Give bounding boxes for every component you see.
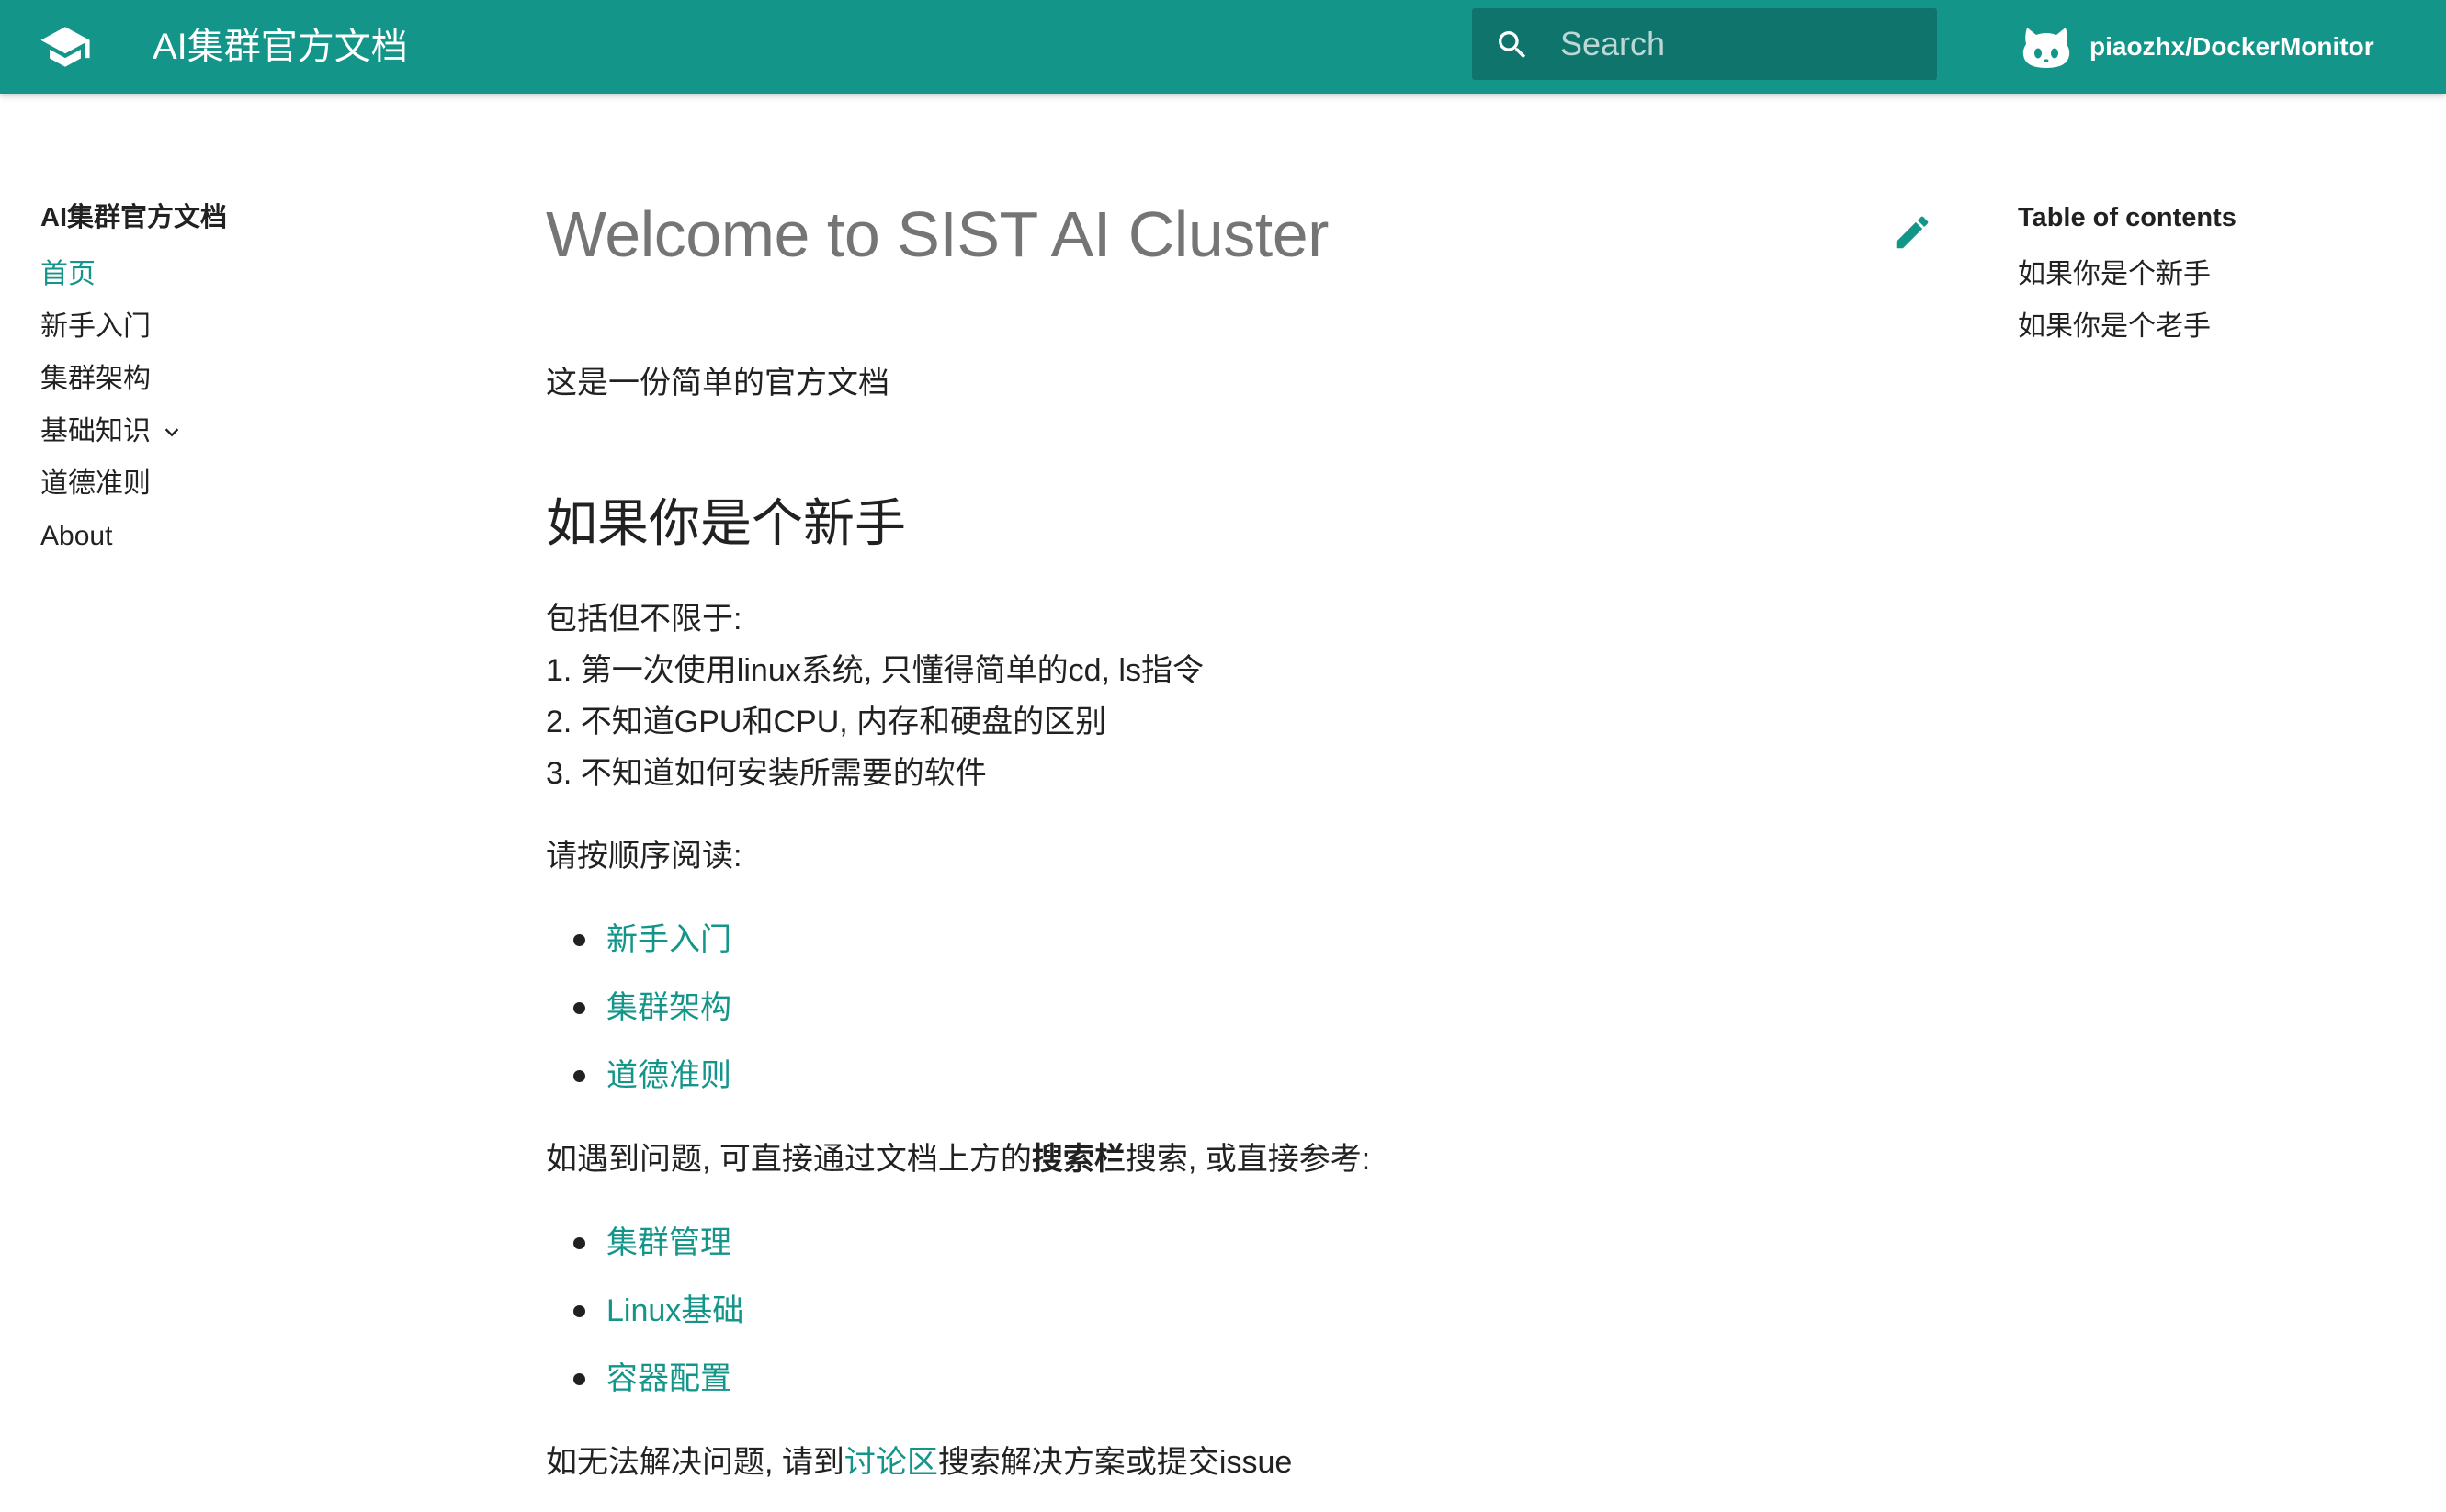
toc-item-newbie[interactable]: 如果你是个新手	[2018, 248, 2413, 300]
para-line: 3. 不知道如何安装所需要的软件	[546, 756, 987, 791]
problem-text-after: 搜索, 或直接参考:	[1125, 1142, 1371, 1177]
repo-link[interactable]: piaozhx/DockerMonitor	[2021, 20, 2374, 73]
sidebar-item-label: 道德准则	[40, 468, 151, 499]
read-order-text: 请按顺序阅读:	[546, 839, 742, 874]
para-line: 包括但不限于:	[546, 602, 742, 637]
search-box[interactable]	[1472, 8, 1937, 80]
discussion-text-after: 搜索解决方案或提交issue	[937, 1445, 1293, 1480]
intro-text: 这是一份简单的官方文档	[546, 366, 889, 401]
list-item: 容器配置	[546, 1345, 743, 1413]
toc-title: Table of contents	[2018, 203, 2237, 232]
sidebar-item-basics[interactable]: 基础知识	[40, 405, 454, 457]
bullet-dot	[573, 1305, 585, 1317]
sidebar-item-architecture[interactable]: 集群架构	[40, 353, 454, 405]
link-ethics[interactable]: 道德准则	[606, 1058, 731, 1093]
read-order-list: 新手入门 集群架构 道德准则	[546, 906, 731, 1110]
sidebar-title: AI集群官方文档	[40, 203, 228, 232]
sidebar-nav: AI集群官方文档 首页 新手入门 集群架构 基础知识 道德准则 About	[40, 195, 454, 562]
sidebar-item-label: 基础知识	[40, 416, 151, 446]
problem-text: 如遇到问题, 可直接通过文档上方的搜索栏搜索, 或直接参考:	[546, 1134, 1370, 1185]
discussion-text: 如无法解决问题, 请到讨论区搜索解决方案或提交issue	[546, 1437, 1292, 1488]
search-bar-bold: 搜索栏	[1031, 1142, 1126, 1177]
top-bar: AI集群官方文档 piaozhx/DockerMonitor	[0, 0, 2446, 94]
discussion-text-before: 如无法解决问题, 请到	[546, 1445, 844, 1480]
link-cluster-management[interactable]: 集群管理	[606, 1225, 731, 1260]
search-icon	[1499, 31, 1526, 59]
sidebar-item-getting-started[interactable]: 新手入门	[40, 300, 454, 353]
link-getting-started[interactable]: 新手入门	[606, 922, 731, 957]
section-heading-newbie: 如果你是个新手	[546, 494, 906, 552]
problem-text-before: 如遇到问题, 可直接通过文档上方的	[546, 1142, 1032, 1177]
list-item: Linux基础	[546, 1277, 743, 1345]
list-item: 集群管理	[546, 1209, 743, 1277]
chevron-down-icon[interactable]	[162, 422, 182, 442]
sidebar-item-ethics[interactable]: 道德准则	[40, 457, 454, 510]
page-title: Welcome to SIST AI Cluster	[546, 198, 1329, 270]
github-cat-icon	[2022, 28, 2070, 68]
para-line: 2. 不知道GPU和CPU, 内存和硬盘的区别	[546, 705, 1107, 739]
link-container-config[interactable]: 容器配置	[606, 1361, 731, 1396]
graduation-cap-icon[interactable]	[37, 20, 94, 73]
repo-name: piaozhx/DockerMonitor	[2089, 32, 2374, 61]
sidebar-item-label: 首页	[40, 259, 96, 289]
search-input[interactable]	[1560, 17, 1919, 71]
toc-item-veteran[interactable]: 如果你是个老手	[2018, 300, 2413, 353]
sidebar-item-about[interactable]: About	[40, 510, 454, 562]
link-discussion[interactable]: 讨论区	[844, 1445, 938, 1480]
list-item: 集群架构	[546, 974, 731, 1042]
table-of-contents: Table of contents 如果你是个新手 如果你是个老手	[2018, 195, 2413, 353]
sidebar-item-label: About	[40, 521, 113, 551]
sidebar-item-label: 新手入门	[40, 311, 151, 342]
sidebar-item-home[interactable]: 首页	[40, 248, 454, 300]
main-content: Welcome to SIST AI Cluster 这是一份简单的官方文档 如…	[546, 184, 1942, 1480]
bullet-dot	[573, 1002, 585, 1014]
link-linux-basics[interactable]: Linux基础	[606, 1293, 743, 1328]
link-architecture[interactable]: 集群架构	[606, 990, 731, 1025]
bullet-dot	[573, 1237, 585, 1249]
bullet-dot	[573, 1070, 585, 1082]
bullet-dot	[573, 1373, 585, 1385]
para-line: 1. 第一次使用linux系统, 只懂得简单的cd, ls指令	[546, 653, 1204, 688]
reference-list: 集群管理 Linux基础 容器配置	[546, 1209, 743, 1413]
list-item: 道德准则	[546, 1042, 731, 1110]
site-title[interactable]: AI集群官方文档	[153, 20, 408, 73]
sidebar-item-label: 集群架构	[40, 364, 151, 394]
list-item: 新手入门	[546, 906, 731, 974]
bullet-dot	[573, 934, 585, 946]
